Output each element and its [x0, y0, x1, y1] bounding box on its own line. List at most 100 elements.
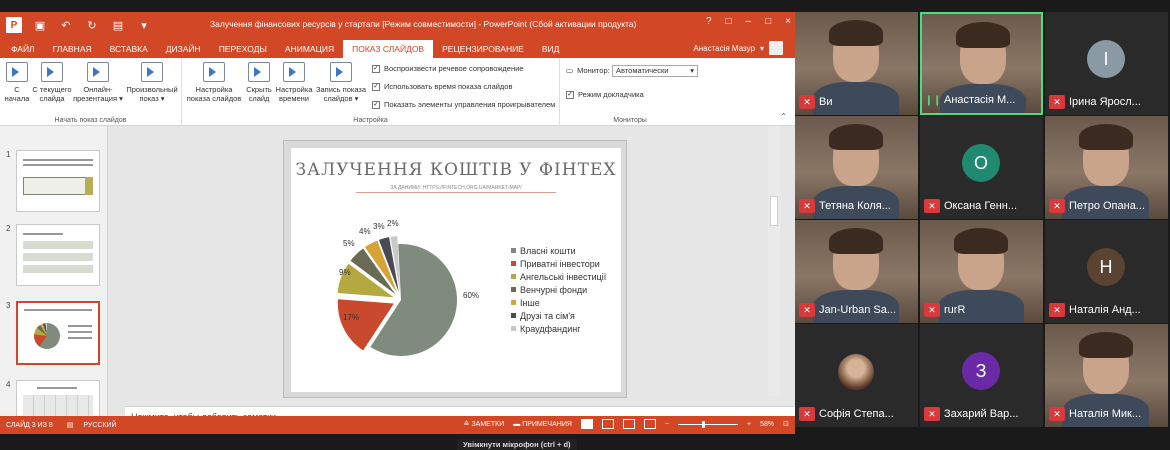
monitor-select[interactable]: Автоматически ▾	[612, 65, 698, 77]
participant-tile[interactable]: ✕ Наталія Мик...	[1045, 324, 1168, 427]
participant-tile[interactable]: ✕ Тетяна Коля...	[795, 116, 918, 219]
vertical-scrollbar[interactable]	[768, 126, 780, 396]
thumbnail-number: 2	[6, 224, 11, 233]
participant-label: ✕ Тетяна Коля...	[799, 199, 891, 213]
online-presentation-button[interactable]: Онлайн-презентация ▾	[72, 62, 124, 103]
normal-view-icon[interactable]	[580, 419, 593, 429]
monitor-label: ▭ Монитор:	[566, 66, 610, 75]
start-slideshow-icon[interactable]: ▤	[110, 17, 126, 33]
mic-active-icon: ❙❙	[924, 94, 942, 106]
participant-tile[interactable]: І ✕ Ірина Яросл...	[1045, 12, 1168, 115]
show-media-controls-checkbox[interactable]: ✓ Показать элементы управления проигрыват…	[372, 100, 555, 109]
mic-muted-icon: ✕	[799, 407, 815, 421]
participant-name: Софія Степа...	[819, 408, 894, 420]
participant-name: Наталія Мик...	[1069, 408, 1142, 420]
legend-label: Приватні інвестори	[520, 258, 600, 269]
participant-tile[interactable]: ✕ Ви	[795, 12, 918, 115]
spellcheck-icon[interactable]: ▤	[67, 421, 74, 429]
participant-hair	[1079, 332, 1133, 358]
workspace: 1 2 3 4 ЗАЛУЧЕННЯ КОШТІВ У ФІНТЕХ ЗА ДАН…	[0, 126, 795, 426]
participant-tile[interactable]: Н ✕ Наталія Анд...	[1045, 220, 1168, 323]
slideshow-view-icon[interactable]	[643, 419, 656, 429]
comments-toggle[interactable]: ▬ ПРИМЕЧАНИЯ	[513, 421, 572, 428]
presenter-view-checkbox[interactable]: ✓ Режим докладчика	[566, 90, 644, 99]
participant-tile[interactable]: ✕ Софія Степа...	[795, 324, 918, 427]
legend-label: Інше	[520, 297, 540, 308]
pie-data-label: 17%	[343, 313, 359, 322]
setup-icon	[203, 62, 225, 82]
participant-tile[interactable]: ✕ Jan-Urban Sa...	[795, 220, 918, 323]
participant-tile[interactable]: З ✕ Захарий Вар...	[920, 324, 1043, 427]
tab-insert[interactable]: ВСТАВКА	[101, 40, 157, 58]
tab-design[interactable]: ДИЗАЙН	[157, 40, 210, 58]
participant-initial-avatar: І	[1087, 40, 1125, 78]
slide-thumbnail-2[interactable]	[16, 224, 100, 286]
tab-file[interactable]: ФАЙЛ	[2, 40, 44, 58]
slide-sorter-icon[interactable]	[601, 419, 614, 429]
reading-view-icon[interactable]	[622, 419, 635, 429]
fit-slide-icon[interactable]: ⊡	[783, 420, 789, 428]
record-slideshow-button[interactable]: Запись показа слайдов ▾	[314, 62, 368, 103]
powerpoint-window: P ▣ ↶ ↻ ▤ ▾ Залучення фінансових ресурсі…	[0, 12, 795, 434]
maximize-icon[interactable]: □	[765, 16, 771, 27]
undo-icon[interactable]: ↶	[58, 17, 74, 33]
slide-thumbnails-pane: 1 2 3 4	[0, 126, 108, 416]
minimize-icon[interactable]: –	[746, 16, 752, 27]
participant-tile[interactable]: ❙❙ Анастасія М...	[920, 12, 1043, 115]
mic-muted-icon: ✕	[924, 407, 940, 421]
use-timings-checkbox[interactable]: ✓ Использовать время показа слайдов	[372, 82, 512, 91]
participant-hair	[1079, 124, 1133, 150]
zoom-level[interactable]: 58%	[760, 421, 774, 428]
pie-data-label: 60%	[463, 291, 479, 300]
user-name: Анастасія Мазур	[693, 43, 755, 53]
screen: P ▣ ↶ ↻ ▤ ▾ Залучення фінансових ресурсі…	[0, 0, 1170, 450]
zoom-slider[interactable]	[678, 420, 739, 428]
participant-label: ✕ rurR	[924, 303, 965, 317]
thumbnail-number: 4	[6, 380, 11, 389]
language-indicator[interactable]: РУССКИЙ	[83, 422, 116, 429]
participant-name: Тетяна Коля...	[819, 200, 891, 212]
tab-animations[interactable]: АНИМАЦИЯ	[276, 40, 343, 58]
legend-swatch	[511, 274, 516, 279]
tab-view[interactable]: ВИД	[533, 40, 569, 58]
hide-slide-icon	[248, 62, 270, 82]
zoom-in-icon[interactable]: +	[747, 421, 751, 428]
title-bar: P ▣ ↶ ↻ ▤ ▾ Залучення фінансових ресурсі…	[0, 12, 795, 38]
tab-transitions[interactable]: ПЕРЕХОДЫ	[210, 40, 276, 58]
setup-slideshow-button[interactable]: Настройка показа слайдов	[186, 62, 242, 103]
scrollbar-thumb[interactable]	[770, 196, 778, 226]
mic-muted-icon: ✕	[1049, 407, 1065, 421]
user-account[interactable]: Анастасія Мазур ▾	[693, 41, 783, 55]
from-current-slide-button[interactable]: С текущего слайда	[32, 62, 72, 103]
tab-slideshow[interactable]: ПОКАЗ СЛАЙДОВ	[343, 40, 434, 58]
zoom-out-icon[interactable]: −	[665, 421, 669, 428]
checkbox-checked-icon: ✓	[372, 64, 380, 73]
collapse-ribbon-icon[interactable]: ⌃	[780, 112, 787, 121]
participant-tile[interactable]: ✕ rurR	[920, 220, 1043, 323]
play-narrations-checkbox[interactable]: ✓ Воспроизвести речевое сопровождение	[372, 64, 523, 73]
customize-toolbar-icon[interactable]: ▾	[136, 17, 152, 33]
mic-muted-icon: ✕	[924, 303, 940, 317]
redo-icon[interactable]: ↻	[84, 17, 100, 33]
tab-home[interactable]: ГЛАВНАЯ	[44, 40, 101, 58]
rehearse-timings-button[interactable]: Настройка времени	[274, 62, 314, 103]
participant-tile[interactable]: О ✕ Оксана Генн...	[920, 116, 1043, 219]
close-icon[interactable]: ×	[785, 16, 791, 27]
slide-thumbnail-3[interactable]	[16, 301, 100, 365]
participant-hair	[954, 228, 1008, 254]
slide-thumbnail-1[interactable]	[16, 150, 100, 212]
legend-item: Друзі та сім'я	[511, 309, 606, 322]
participant-tile[interactable]: ✕ Петро Опана...	[1045, 116, 1168, 219]
custom-show-button[interactable]: Произвольный показ ▾	[124, 62, 180, 103]
notes-toggle[interactable]: ≙ ЗАМЕТКИ	[464, 420, 505, 428]
tab-review[interactable]: РЕЦЕНЗИРОВАНИЕ	[433, 40, 533, 58]
ribbon-display-icon[interactable]: □	[726, 16, 732, 27]
current-slide[interactable]: ЗАЛУЧЕННЯ КОШТІВ У ФІНТЕХ ЗА ДАНИМИ: HTT…	[283, 140, 627, 398]
custom-show-icon	[141, 62, 163, 82]
slide-thumbnail-4[interactable]	[16, 380, 100, 416]
help-icon[interactable]: ?	[706, 16, 712, 27]
from-beginning-button[interactable]: Сначала	[2, 62, 32, 103]
hide-slide-button[interactable]: Скрыть слайд	[244, 62, 274, 103]
save-icon[interactable]: ▣	[32, 17, 48, 33]
user-avatar	[769, 41, 783, 55]
